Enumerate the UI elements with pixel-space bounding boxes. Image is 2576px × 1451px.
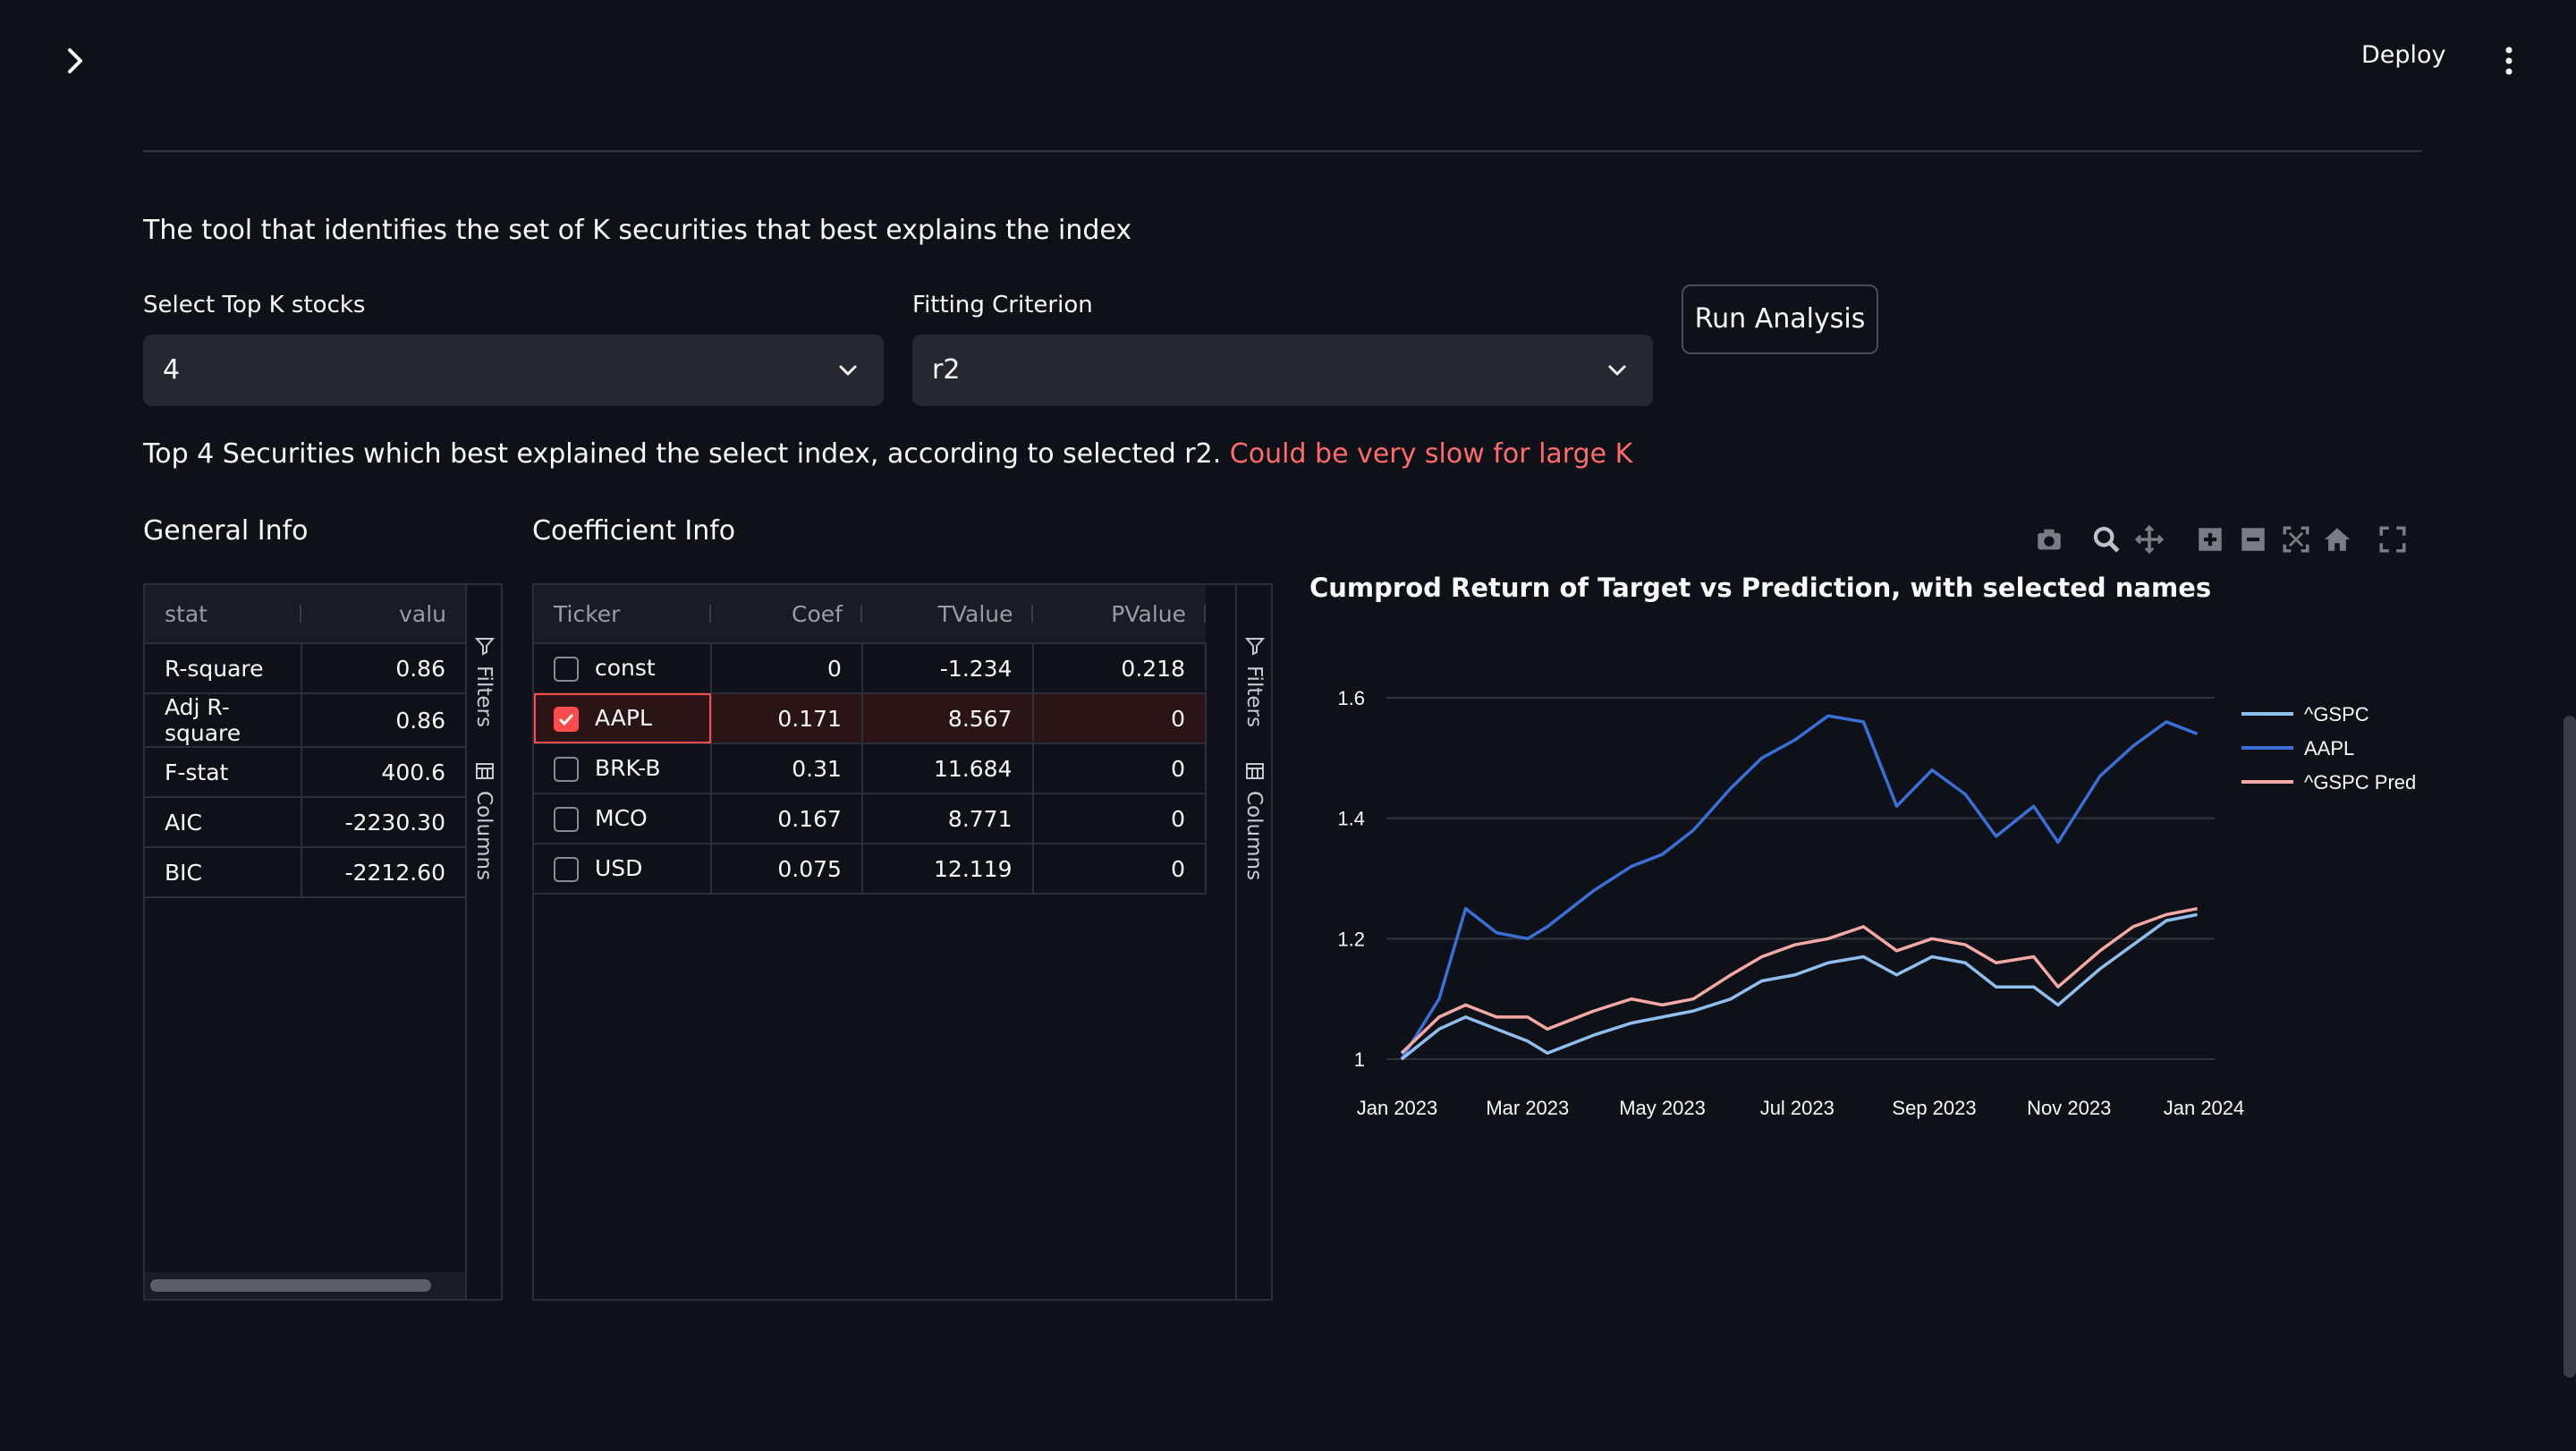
row-checkbox[interactable] bbox=[554, 657, 579, 682]
table-row[interactable]: R-square 0.86 bbox=[145, 643, 467, 694]
series-line-aapl[interactable] bbox=[1400, 714, 2199, 1060]
y-tick-label: 1 bbox=[1354, 1048, 1365, 1071]
pan-icon[interactable] bbox=[2134, 524, 2165, 555]
legend-label[interactable]: ^GSPC Pred bbox=[2304, 771, 2416, 793]
x-tick-label: Jan 2024 bbox=[2164, 1097, 2245, 1119]
chevron-down-icon bbox=[1608, 365, 1626, 376]
criterion-value: r2 bbox=[932, 354, 961, 386]
filter-icon[interactable] bbox=[474, 635, 496, 657]
criterion-select[interactable]: r2 bbox=[912, 335, 1653, 406]
topk-value: 4 bbox=[163, 354, 181, 386]
x-tick-label: May 2023 bbox=[1619, 1097, 1706, 1119]
coefficient-info-sidebar: Filters Columns bbox=[1235, 585, 1271, 1299]
deploy-button[interactable]: Deploy bbox=[2361, 41, 2446, 69]
series-line-gspc-pred[interactable] bbox=[1400, 906, 2198, 1055]
row-checkbox[interactable] bbox=[554, 857, 579, 882]
chevron-down-icon bbox=[839, 365, 857, 376]
autoscale-icon[interactable] bbox=[2281, 524, 2311, 555]
coefficient-info-heading: Coefficient Info bbox=[532, 515, 736, 547]
column-header-coef[interactable]: Coef bbox=[711, 585, 862, 644]
zoom-icon[interactable] bbox=[2091, 524, 2122, 555]
column-header-value[interactable]: valu bbox=[301, 585, 466, 644]
cumprod-line-chart[interactable]: 1 1.2 1.4 1.6 Jan 2023 Mar 2023 May 2023 Jul 2… bbox=[1288, 626, 2451, 1163]
filters-tab[interactable]: Filters bbox=[1242, 666, 1266, 727]
chart-series bbox=[1400, 714, 2199, 1061]
y-tick-label: 1.4 bbox=[1337, 808, 1365, 830]
filter-icon[interactable] bbox=[1244, 635, 1266, 657]
row-checkbox[interactable] bbox=[554, 757, 579, 782]
summary-main: Top 4 Securities which best explained th… bbox=[143, 438, 1222, 470]
main-menu-icon[interactable] bbox=[2496, 43, 2522, 79]
table-row[interactable]: MCO 0.167 8.771 0 bbox=[534, 793, 1207, 844]
x-tick-label: Nov 2023 bbox=[2027, 1097, 2111, 1119]
x-tick-label: Jul 2023 bbox=[1760, 1097, 1835, 1119]
legend-label[interactable]: ^GSPC bbox=[2304, 703, 2369, 726]
table-row[interactable]: AAPL 0.171 8.567 0 bbox=[534, 693, 1207, 744]
table-row[interactable]: USD 0.075 12.119 0 bbox=[534, 844, 1207, 895]
coefficient-info-grid[interactable]: Ticker Coef TValue PValue const 0 -1.234 0… bbox=[532, 583, 1273, 1301]
x-tick-label: Mar 2023 bbox=[1486, 1097, 1569, 1119]
camera-icon[interactable] bbox=[2034, 524, 2064, 555]
columns-icon[interactable] bbox=[474, 760, 496, 782]
table-row[interactable]: BRK-B 0.31 11.684 0 bbox=[534, 743, 1207, 794]
columns-tab[interactable]: Columns bbox=[1242, 791, 1266, 880]
table-row[interactable]: BIC -2212.60 bbox=[145, 847, 467, 898]
sidebar-expand-icon[interactable] bbox=[57, 43, 93, 79]
summary-warning: Could be very slow for large K bbox=[1229, 438, 1633, 470]
x-tick-label: Jan 2023 bbox=[1357, 1097, 1438, 1119]
general-info-heading: General Info bbox=[143, 515, 309, 547]
chart-legend[interactable]: ^GSPC AAPL ^GSPC Pred bbox=[2241, 703, 2416, 793]
coefficient-info-table: Ticker Coef TValue PValue const 0 -1.234 0… bbox=[534, 585, 1207, 895]
run-analysis-button[interactable]: Run Analysis bbox=[1682, 284, 1878, 354]
general-info-table: stat valu R-square 0.86 Adj R-square 0.86 … bbox=[145, 585, 467, 898]
topk-select[interactable]: 4 bbox=[143, 335, 884, 406]
y-tick-label: 1.6 bbox=[1337, 687, 1365, 709]
table-row[interactable]: const 0 -1.234 0.218 bbox=[534, 643, 1207, 694]
horizontal-scrollbar[interactable] bbox=[145, 1272, 465, 1299]
topk-label: Select Top K stocks bbox=[143, 292, 366, 318]
page-scrollbar[interactable] bbox=[2563, 716, 2576, 1378]
general-info-sidebar: Filters Columns bbox=[465, 585, 501, 1299]
columns-icon[interactable] bbox=[1244, 760, 1266, 782]
column-header-tvalue[interactable]: TValue bbox=[861, 585, 1033, 644]
chart-title: Cumprod Return of Target vs Prediction, … bbox=[1309, 573, 2212, 603]
table-row[interactable]: F-stat 400.6 bbox=[145, 747, 467, 798]
filters-tab[interactable]: Filters bbox=[472, 666, 496, 727]
column-header-ticker[interactable]: Ticker bbox=[534, 585, 712, 644]
fullscreen-icon[interactable] bbox=[2377, 524, 2408, 555]
column-header-pvalue[interactable]: PValue bbox=[1032, 585, 1206, 644]
legend-label[interactable]: AAPL bbox=[2304, 737, 2354, 759]
column-header-stat[interactable]: stat bbox=[145, 585, 302, 644]
row-checkbox[interactable] bbox=[554, 707, 579, 732]
summary-text: Top 4 Securities which best explained th… bbox=[143, 438, 1632, 470]
y-axis-ticks: 1 1.2 1.4 1.6 bbox=[1337, 687, 1365, 1071]
intro-text: The tool that identifies the set of K se… bbox=[143, 215, 1132, 246]
scrollbar-thumb[interactable] bbox=[150, 1279, 431, 1292]
table-row[interactable]: AIC -2230.30 bbox=[145, 797, 467, 848]
columns-tab[interactable]: Columns bbox=[472, 791, 496, 880]
y-tick-label: 1.2 bbox=[1337, 928, 1365, 950]
table-row[interactable]: Adj R-square 0.86 bbox=[145, 693, 467, 748]
header-divider bbox=[143, 150, 2422, 152]
general-info-grid[interactable]: stat valu R-square 0.86 Adj R-square 0.86 … bbox=[143, 583, 503, 1301]
check-icon bbox=[558, 713, 574, 726]
x-tick-label: Sep 2023 bbox=[1892, 1097, 1976, 1119]
row-checkbox[interactable] bbox=[554, 807, 579, 832]
chart-gridlines bbox=[1386, 697, 2215, 1060]
zoom-out-icon[interactable] bbox=[2238, 524, 2268, 555]
zoom-in-icon[interactable] bbox=[2195, 524, 2225, 555]
chart-modebar bbox=[2030, 524, 2415, 560]
x-axis-ticks: Jan 2023 Mar 2023 May 2023 Jul 2023 Sep 2023… bbox=[1357, 1097, 2245, 1119]
home-icon[interactable] bbox=[2322, 524, 2352, 555]
criterion-label: Fitting Criterion bbox=[912, 292, 1093, 318]
